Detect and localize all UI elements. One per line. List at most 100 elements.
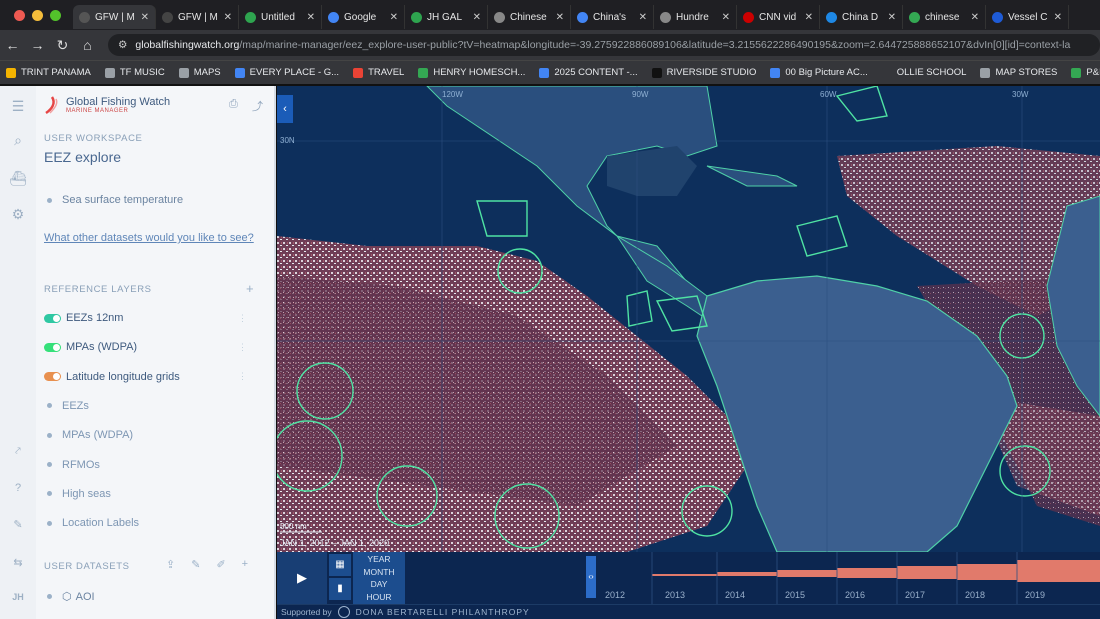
- browser-tab[interactable]: China's ✕: [571, 5, 654, 29]
- bookmark-item[interactable]: TRINT PANAMA: [6, 67, 91, 78]
- close-tab-icon[interactable]: ✕: [888, 12, 896, 23]
- reference-layer-item[interactable]: Latitude longitude grids ⋮: [44, 371, 247, 383]
- url-field[interactable]: ⚙ globalfishingwatch.org/map/marine-manag…: [108, 34, 1100, 56]
- minimize-window-button[interactable]: [32, 9, 43, 21]
- collapse-sidebar-button[interactable]: ‹: [277, 95, 293, 123]
- layer-sea-surface-temperature[interactable]: Sea surface temperature: [44, 194, 183, 206]
- bookmark-item[interactable]: TF MUSIC: [104, 67, 165, 78]
- request-dataset-link[interactable]: What other datasets would you like to se…: [44, 232, 254, 244]
- timebar-handle[interactable]: ‹›: [586, 556, 596, 598]
- tab-favicon-icon: [328, 11, 339, 23]
- layer-options-icon[interactable]: ⋮: [238, 371, 247, 382]
- vessel-icon[interactable]: ⛴: [9, 170, 27, 188]
- browser-tab[interactable]: chinese ✕: [903, 5, 986, 29]
- bookmark-label: 2025 CONTENT -...: [554, 67, 638, 78]
- bookmark-item[interactable]: TRAVEL: [353, 67, 404, 78]
- eez-bermuda[interactable]: [835, 86, 888, 122]
- save-workspace-icon[interactable]: ⎙: [229, 98, 238, 111]
- eez-revillagigedo[interactable]: [476, 200, 528, 237]
- interval-year[interactable]: YEAR: [353, 553, 405, 566]
- layer-toggle[interactable]: [44, 372, 61, 382]
- close-tab-icon[interactable]: ✕: [805, 12, 813, 23]
- site-settings-icon[interactable]: ⚙: [118, 39, 127, 51]
- language-icon[interactable]: ⇆: [9, 556, 27, 574]
- address-bar-row: ← → ↻ ⌂ ⚙ globalfishingwatch.org/map/mari…: [0, 30, 1100, 60]
- browser-tab[interactable]: Untitled ✕: [239, 5, 322, 29]
- analysis-icon[interactable]: ⤤: [9, 446, 27, 464]
- settings-icon[interactable]: ⚙: [9, 206, 27, 224]
- close-tab-icon[interactable]: ✕: [1054, 12, 1062, 23]
- browser-tab[interactable]: GFW | M ✕: [156, 5, 239, 29]
- eez-galapagos[interactable]: [626, 290, 653, 327]
- browser-tab[interactable]: China D ✕: [820, 5, 903, 29]
- feedback-icon[interactable]: ✎: [9, 518, 27, 536]
- eez-caribbean[interactable]: [796, 215, 848, 257]
- browser-tab[interactable]: Vessel C ✕: [986, 5, 1069, 29]
- search-icon[interactable]: ⌕: [9, 132, 27, 150]
- home-icon[interactable]: ⌂: [75, 37, 100, 53]
- browser-tab[interactable]: Google ✕: [322, 5, 405, 29]
- back-arrow-icon[interactable]: ←: [0, 37, 25, 53]
- bookmark-item[interactable]: P&L Simplified: [1071, 67, 1100, 78]
- map-view[interactable]: 120W 90W 60W 30W 30N 500 nm JAN 1, 2012 …: [277, 86, 1100, 552]
- add-dataset-icon[interactable]: +: [242, 558, 248, 571]
- bookmark-item[interactable]: MAP STORES: [980, 67, 1057, 78]
- close-tab-icon[interactable]: ✕: [556, 12, 564, 23]
- user-dataset-aoi[interactable]: ⬡ AOI: [44, 590, 95, 603]
- close-tab-icon[interactable]: ✕: [390, 12, 398, 23]
- user-avatar[interactable]: JH: [9, 592, 27, 610]
- share-icon[interactable]: ⤴: [252, 98, 263, 114]
- browser-tab[interactable]: GFW | M ✕: [73, 5, 156, 29]
- browser-tab[interactable]: CNN vid ✕: [737, 5, 820, 29]
- reference-layer-item[interactable]: Location Labels: [44, 517, 139, 529]
- close-tab-icon[interactable]: ✕: [473, 12, 481, 23]
- upload-icon[interactable]: ⇪: [166, 558, 175, 571]
- zoom-window-button[interactable]: [50, 9, 61, 21]
- bookmark-item[interactable]: HENRY HOMESCH...: [418, 67, 525, 78]
- help-icon[interactable]: ?: [9, 482, 27, 500]
- close-window-button[interactable]: [14, 9, 25, 21]
- menu-icon[interactable]: ☰: [9, 98, 27, 116]
- close-tab-icon[interactable]: ✕: [141, 12, 149, 23]
- forward-arrow-icon[interactable]: →: [25, 37, 50, 53]
- bookmark-item[interactable]: OLLIE SCHOOL: [881, 67, 966, 78]
- interval-month[interactable]: MONTH: [353, 566, 405, 579]
- reload-icon[interactable]: ↻: [50, 37, 75, 54]
- close-tab-icon[interactable]: ✕: [722, 12, 730, 23]
- calendar-icon[interactable]: ▦: [329, 554, 351, 576]
- browser-tab[interactable]: Hundre ✕: [654, 5, 737, 29]
- close-tab-icon[interactable]: ✕: [971, 12, 979, 23]
- bookmark-item[interactable]: RIVERSIDE STUDIO: [651, 67, 756, 78]
- close-tab-icon[interactable]: ✕: [639, 12, 647, 23]
- add-reference-layer-icon[interactable]: +: [246, 281, 254, 296]
- map-canvas[interactable]: 120W 90W 60W 30W 30N 500 nm JAN 1, 2012 …: [277, 86, 1100, 552]
- interval-hour[interactable]: HOUR: [353, 591, 405, 604]
- reference-layer-item[interactable]: High seas: [44, 488, 111, 500]
- close-tab-icon[interactable]: ✕: [307, 12, 315, 23]
- layer-toggle[interactable]: [44, 342, 61, 352]
- bookmark-item[interactable]: 2025 CONTENT -...: [539, 67, 638, 78]
- edit-icon[interactable]: ✐: [216, 558, 225, 571]
- reference-layer-item[interactable]: MPAs (WDPA): [44, 429, 133, 441]
- reference-layer-item[interactable]: EEZs 12nm ⋮: [44, 312, 247, 324]
- reference-layer-item[interactable]: MPAs (WDPA) ⋮: [44, 341, 247, 353]
- app-name: Global Fishing Watch: [66, 95, 171, 108]
- reference-layer-item[interactable]: EEZs: [44, 400, 89, 412]
- bookmarks-bar: TRINT PANAMA TF MUSIC MAPS EVERY PLACE - G.…: [0, 60, 1100, 84]
- reference-layer-item[interactable]: RFMOs: [44, 459, 100, 471]
- bookmark-item[interactable]: 00 Big Picture AC...: [770, 67, 868, 78]
- browser-tab[interactable]: JH GAL ✕: [405, 5, 488, 29]
- interval-day[interactable]: DAY: [353, 578, 405, 591]
- bookmark-icon[interactable]: ▮: [329, 578, 351, 600]
- play-button[interactable]: ▶: [277, 552, 327, 604]
- browser-tab[interactable]: Chinese ✕: [488, 5, 571, 29]
- draw-icon[interactable]: ✎: [191, 558, 200, 571]
- layer-toggle[interactable]: [44, 313, 61, 323]
- bookmark-item[interactable]: EVERY PLACE - G...: [234, 67, 339, 78]
- gfw-logo[interactable]: Global Fishing Watch MARINE MANAGER: [44, 95, 170, 115]
- layer-options-icon[interactable]: ⋮: [238, 313, 247, 324]
- layer-options-icon[interactable]: ⋮: [238, 342, 247, 353]
- interval-selector[interactable]: YEAR MONTH DAY HOUR: [353, 552, 405, 604]
- close-tab-icon[interactable]: ✕: [224, 12, 232, 23]
- bookmark-item[interactable]: MAPS: [178, 67, 221, 78]
